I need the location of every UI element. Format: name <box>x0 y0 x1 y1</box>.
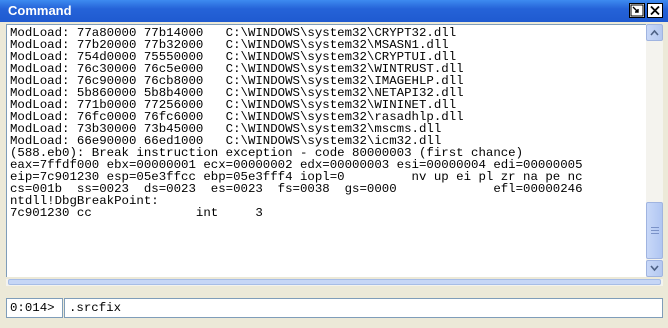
output-text: ModLoad: 77a80000 77b14000 C:\WINDOWS\sy… <box>7 25 646 219</box>
title-bar[interactable]: Command <box>0 0 668 22</box>
scroll-down-button[interactable] <box>646 260 663 277</box>
close-icon <box>650 5 660 16</box>
output-line: 7c901230 cc int 3 <box>10 206 263 220</box>
command-window-body: ModLoad: 77a80000 77b14000 C:\WINDOWS\sy… <box>2 22 666 326</box>
scroll-down-arrow-icon <box>650 265 659 272</box>
scroll-up-arrow-icon <box>650 29 659 36</box>
dock-icon <box>630 4 644 17</box>
prompt-label: 0:014> <box>6 298 63 318</box>
command-input[interactable] <box>64 298 663 318</box>
dock-button[interactable] <box>629 3 645 18</box>
close-button[interactable] <box>647 3 663 18</box>
horizontal-scroll-thumb[interactable] <box>8 279 661 285</box>
scroll-thumb[interactable] <box>646 202 663 259</box>
window-title: Command <box>8 3 72 18</box>
output-pane[interactable]: ModLoad: 77a80000 77b14000 C:\WINDOWS\sy… <box>6 24 646 277</box>
horizontal-scrollbar[interactable] <box>6 279 663 286</box>
scroll-up-button[interactable] <box>646 24 663 41</box>
vertical-scrollbar[interactable] <box>646 24 663 277</box>
